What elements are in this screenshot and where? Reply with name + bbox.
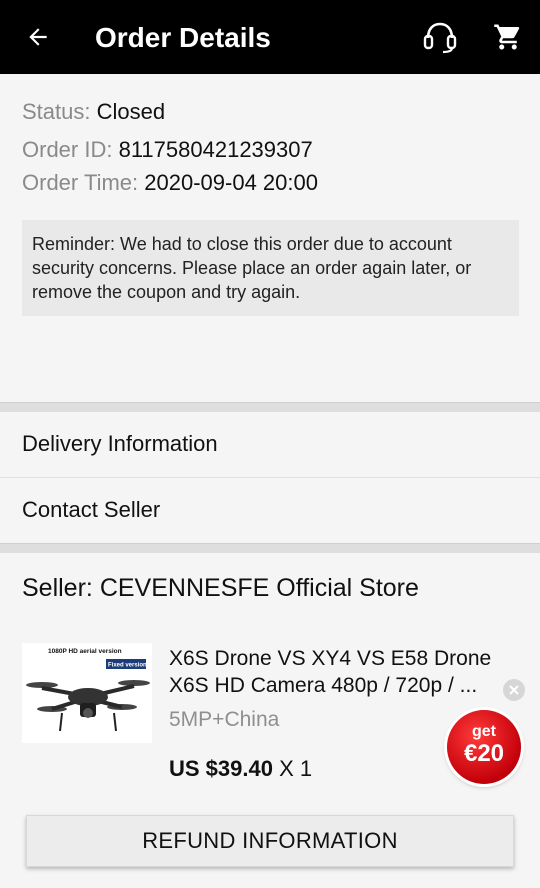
thumb-caption: 1080P HD aerial version <box>48 648 122 655</box>
promo-close-button[interactable] <box>503 679 525 701</box>
app-bar: Order Details <box>0 0 540 74</box>
section-divider <box>0 402 540 412</box>
status-label: Status: <box>22 99 91 124</box>
seller-section: Seller: CEVENNESFE Official Store 1080P … <box>0 553 540 888</box>
section-divider <box>0 543 540 553</box>
product-variant: 5MP+China <box>169 708 280 731</box>
order-id-line: Order ID: 8117580421239307 <box>22 136 313 164</box>
shopping-cart-icon <box>494 24 520 50</box>
close-icon <box>509 685 519 695</box>
order-time-value: 2020-09-04 20:00 <box>144 170 318 195</box>
status-line: Status: Closed <box>22 98 165 126</box>
headset-icon <box>423 22 457 54</box>
seller-label: Seller: <box>22 574 93 602</box>
promo-line-1: get <box>472 723 496 740</box>
promo-amount: €20 <box>463 740 505 767</box>
seller-line[interactable]: Seller: CEVENNESFE Official Store <box>22 573 419 603</box>
status-value: Closed <box>96 99 166 124</box>
product-price-line: US $39.40 X 1 <box>169 755 312 783</box>
delivery-information-label: Delivery Information <box>22 431 218 456</box>
contact-seller-label: Contact Seller <box>22 497 161 522</box>
reminder-notice: Reminder: We had to close this order due… <box>22 220 519 316</box>
order-time-label: Order Time: <box>22 170 139 195</box>
order-summary-section: Status: Closed Order ID: 811758042123930… <box>0 74 540 402</box>
order-id-value[interactable]: 8117580421239307 <box>119 137 313 162</box>
seller-name: CEVENNESFE Official Store <box>99 574 419 602</box>
product-quantity: X 1 <box>279 756 313 781</box>
back-button[interactable] <box>18 17 58 57</box>
product-thumbnail[interactable]: 1080P HD aerial version Fixed version <box>22 643 152 743</box>
cart-button[interactable] <box>488 17 528 57</box>
order-id-label: Order ID: <box>22 137 113 162</box>
product-price: US $39.40 <box>169 756 273 781</box>
product-title[interactable]: X6S Drone VS XY4 VS E58 Drone X6S HD Cam… <box>169 645 525 699</box>
coupon-promo-badge[interactable]: get €20 <box>447 710 521 784</box>
order-time-line: Order Time: 2020-09-04 20:00 <box>22 169 318 197</box>
customer-service-button[interactable] <box>418 17 462 57</box>
thumb-tag: Fixed version <box>108 663 147 669</box>
contact-seller-row[interactable]: Contact Seller <box>0 478 540 543</box>
refund-information-button[interactable]: REFUND INFORMATION <box>26 815 514 867</box>
arrow-left-icon <box>29 28 47 46</box>
delivery-information-row[interactable]: Delivery Information <box>0 412 540 477</box>
page-title: Order Details <box>95 22 271 53</box>
